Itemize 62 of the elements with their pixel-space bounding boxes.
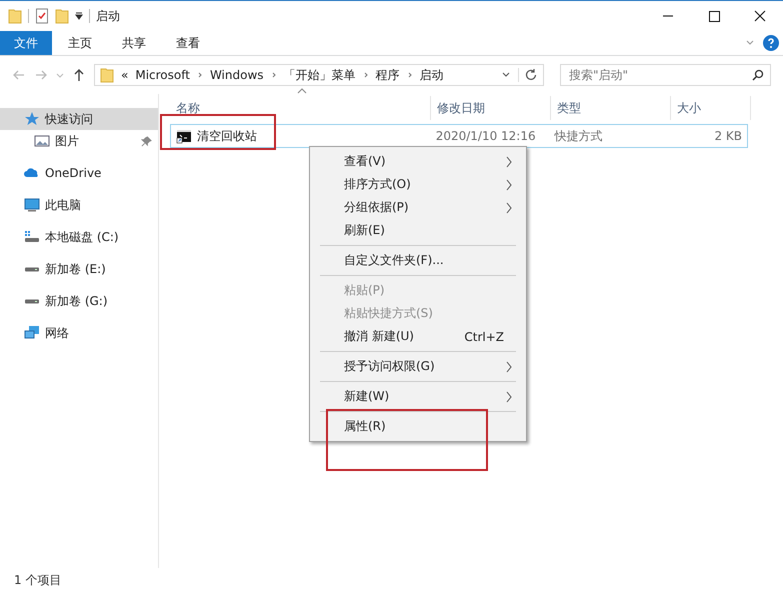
shortcut-icon (176, 128, 192, 144)
breadcrumb[interactable]: Microsoft (135, 68, 190, 82)
menu-item[interactable]: 授予访问权限(G) (312, 355, 524, 378)
status-text: 1 个项目 (14, 572, 62, 588)
star-icon (24, 111, 40, 127)
window-title: 启动 (96, 8, 120, 24)
menu-item[interactable]: 属性(R) (312, 415, 524, 438)
network-icon (24, 325, 40, 341)
sidebar-item[interactable]: 图片 (0, 130, 158, 152)
menu-item[interactable]: 自定义文件夹(F)... (312, 249, 524, 272)
menu-item[interactable]: 刷新(E) (312, 219, 524, 242)
breadcrumb[interactable]: Windows (210, 68, 264, 82)
chevron-icon[interactable] (406, 71, 413, 79)
menu-item[interactable]: 查看(V) (312, 150, 524, 173)
breadcrumb[interactable]: 程序 (376, 66, 400, 84)
sort-icon[interactable] (297, 88, 307, 94)
menu-item[interactable]: 分组依据(P) (312, 196, 524, 219)
breadcrumb[interactable]: 「开始」菜单 (284, 66, 356, 84)
overflow-chevron[interactable]: « (121, 68, 128, 82)
sidebar-item[interactable]: 新加卷 (E:) (0, 258, 158, 280)
file-name: 清空回收站 (197, 128, 257, 144)
folder-icon (100, 67, 114, 83)
column-header[interactable]: 大小 (671, 96, 751, 120)
dropdown-icon[interactable] (501, 71, 511, 79)
table-cell-text: 2 KB (713, 129, 743, 143)
column-header[interactable]: 名称 (159, 96, 431, 120)
ribbon-tab[interactable]: 共享 (108, 31, 160, 55)
ribbon-tab[interactable]: 查看 (162, 31, 214, 55)
chevron-icon[interactable] (270, 71, 277, 79)
monitor-icon (24, 197, 40, 213)
menu-item[interactable]: 新建(W) (312, 385, 524, 408)
table-cell-text: 2020/1/10 12:16 (434, 129, 537, 143)
sidebar-item[interactable]: OneDrive (0, 162, 158, 184)
sidebar-item[interactable]: 新加卷 (G:) (0, 290, 158, 312)
menu-item[interactable]: 撤消 新建(U) Ctrl+Z (312, 325, 524, 348)
properties-icon[interactable] (35, 8, 49, 24)
drive-icon (24, 298, 40, 304)
drive-icon (24, 266, 40, 272)
pin-icon (141, 136, 152, 146)
sidebar-item[interactable]: 此电脑 (0, 194, 158, 216)
sidebar-item[interactable]: 网络 (0, 322, 158, 344)
file-row[interactable]: 清空回收站 2020/1/10 12:16 快捷方式 2 KB (170, 124, 748, 148)
table-cell-text: 快捷方式 (553, 128, 604, 144)
dropdown-icon[interactable] (75, 12, 83, 20)
drive-icon (24, 229, 40, 245)
chevron-icon[interactable] (196, 71, 203, 79)
chevron-icon[interactable] (362, 71, 369, 79)
address-bar[interactable]: « Microsoft Windows 「开始」菜单 程序 启动 (94, 64, 544, 86)
ribbon-tab[interactable]: 主页 (54, 31, 106, 55)
picture-icon (34, 133, 50, 149)
breadcrumb[interactable]: 启动 (420, 66, 444, 84)
up-icon[interactable] (72, 68, 86, 82)
sidebar-item[interactable]: 本地磁盘 (C:) (0, 226, 158, 248)
sidebar-item[interactable]: 快速访问 (0, 108, 158, 130)
menu-item[interactable]: 排序方式(O) (312, 173, 524, 196)
column-header[interactable]: 修改日期 (431, 96, 551, 120)
help-icon[interactable] (763, 35, 779, 51)
ribbon-tab[interactable]: 文件 (0, 31, 52, 55)
search-icon (751, 68, 765, 82)
column-header[interactable]: 类型 (551, 96, 671, 120)
search-field[interactable]: 搜索"启动" (560, 64, 771, 86)
shortcut-text: Ctrl+Z (464, 330, 504, 344)
